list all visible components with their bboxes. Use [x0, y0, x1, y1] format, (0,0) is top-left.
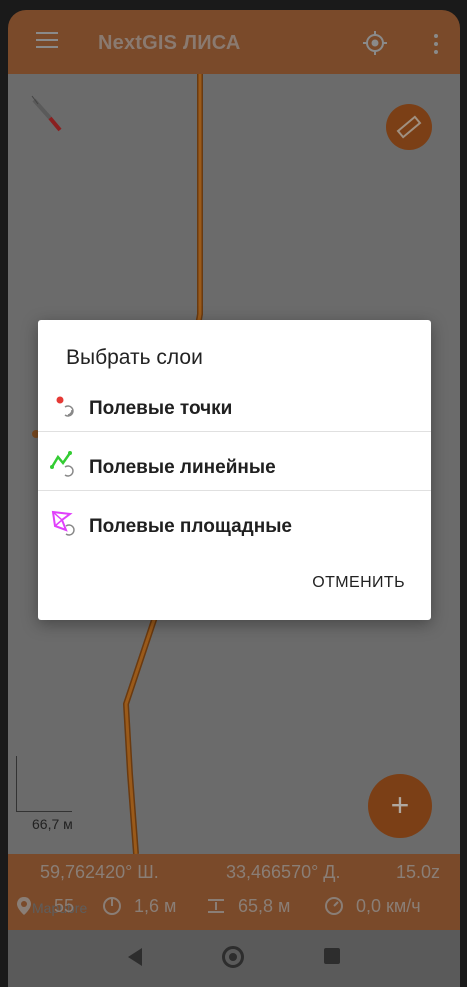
polygon-layer-icon — [51, 510, 75, 536]
ruler-icon[interactable] — [386, 104, 432, 150]
app-title: NextGIS ЛИСА — [98, 32, 241, 54]
point-layer-icon — [56, 396, 74, 417]
cancel-button[interactable]: ОТМЕНИТЬ — [312, 574, 405, 592]
speed-value: 0,0 км/ч — [356, 896, 421, 916]
scale-label: 66,7 м — [32, 816, 73, 832]
layer-name: Полевые площадные — [89, 516, 292, 537]
zoom-value: 15.0z — [396, 862, 441, 882]
app-bar: NextGIS ЛИСА — [8, 10, 460, 74]
accuracy-icon — [103, 897, 121, 915]
longitude-value: 33,466570° Д. — [226, 862, 341, 882]
layer-name: Полевые линейные — [89, 457, 276, 478]
divider — [38, 431, 431, 432]
layer-name: Полевые точки — [89, 398, 233, 419]
recent-apps-icon[interactable] — [324, 948, 340, 964]
location-pin-icon — [17, 897, 31, 915]
altitude-value: 65,8 м — [238, 896, 291, 916]
menu-icon[interactable] — [36, 32, 58, 50]
compass-icon[interactable] — [26, 92, 66, 132]
dialog-title: Выбрать слои — [66, 346, 203, 369]
layer-item-lines[interactable]: Полевые линейные — [38, 435, 431, 494]
select-layers-dialog: Выбрать слои Полевые точки Полевые линей… — [38, 320, 431, 620]
system-nav-bar — [8, 930, 460, 987]
latitude-value: 59,762420° Ш. — [40, 862, 159, 882]
screen: NextGIS ЛИСА 66,7 м + 59,762420° Ш. 33,4… — [0, 0, 467, 987]
map-scale: 66,7 м — [16, 756, 76, 832]
accuracy-value: 1,6 м — [134, 896, 177, 916]
line-layer-icon — [50, 451, 74, 477]
speed-icon — [325, 897, 343, 915]
add-button[interactable]: + — [368, 774, 432, 838]
home-icon[interactable] — [222, 946, 244, 968]
status-panel: 59,762420° Ш. 33,466570° Д. 15.0z Mapubr… — [8, 854, 460, 930]
altitude-icon — [208, 899, 224, 913]
layer-item-points[interactable]: Полевые точки — [38, 376, 431, 435]
satellites-value: 55 — [54, 896, 75, 916]
back-icon[interactable] — [128, 948, 142, 966]
locate-icon[interactable] — [362, 30, 388, 56]
divider — [38, 490, 431, 491]
layer-item-polygons[interactable]: Полевые площадные — [38, 494, 431, 553]
more-options-icon[interactable] — [434, 34, 440, 54]
